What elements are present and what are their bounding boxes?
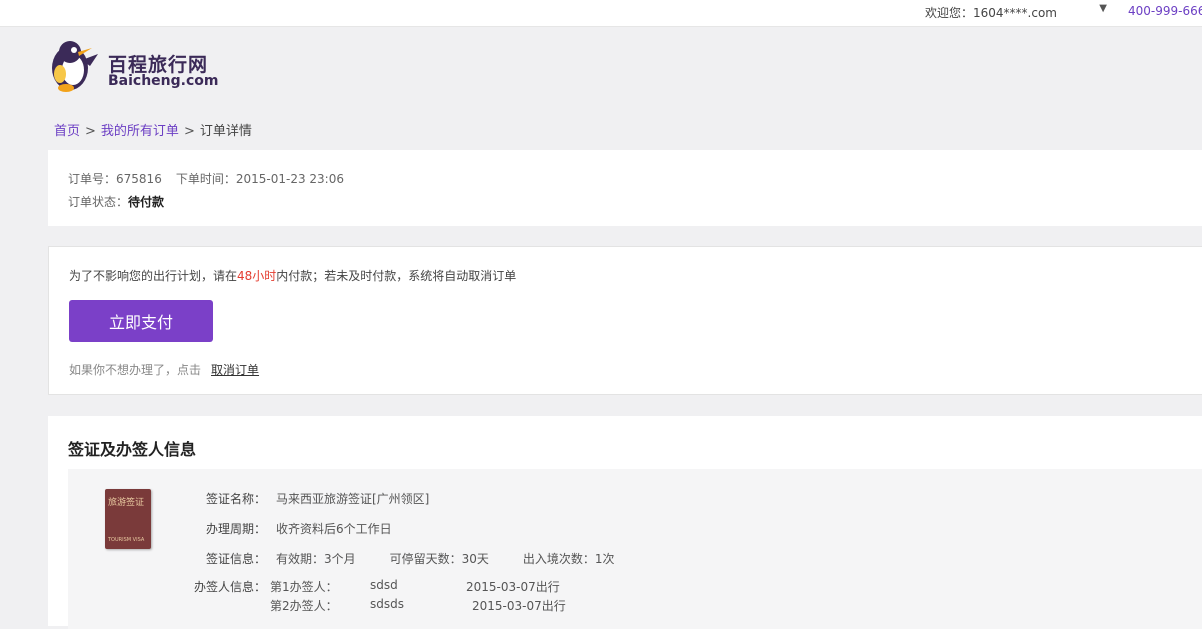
notice-prefix: 为了不影响您的出行计划，请在 bbox=[69, 269, 238, 283]
visa-book-title: 旅游签证 bbox=[108, 498, 145, 508]
penguin-logo-icon bbox=[52, 41, 98, 92]
applicant-1-label: 第1办签人： bbox=[270, 580, 338, 594]
visa-period: 收齐资料后6个工作日 bbox=[276, 522, 392, 536]
order-number-label: 订单号： bbox=[68, 172, 117, 186]
breadcrumb-current: 订单详情 bbox=[199, 124, 252, 139]
applicant-1-date: 2015-03-07出行 bbox=[466, 580, 560, 594]
notice-suffix: 内付款；若未及时付款，系统将自动取消订单 bbox=[276, 269, 517, 283]
order-status-badge: 待付款 bbox=[128, 195, 165, 209]
breadcrumb-orders-link[interactable]: 我的所有订单 bbox=[101, 124, 179, 139]
hotline-number: 400-999-666 bbox=[1128, 4, 1202, 18]
cancel-order-link[interactable]: 取消订单 bbox=[211, 363, 259, 377]
pay-now-button[interactable]: 立即支付 bbox=[69, 300, 213, 342]
order-time-label: 下单时间： bbox=[175, 172, 236, 186]
applicant-2-name: sdsds bbox=[370, 597, 404, 611]
visa-entries: 出入境次数：1次 bbox=[522, 552, 615, 566]
visa-info-label: 签证信息： bbox=[205, 552, 266, 566]
visa-section-title: 签证及办签人信息 bbox=[68, 440, 197, 459]
site-logo[interactable]: 百程旅行网 Baicheng.com bbox=[46, 38, 246, 94]
order-summary-card: 订单号：675816 下单时间：2015-01-23 23:06 订单状态：待付款 bbox=[48, 150, 1202, 226]
logo-text-en: Baicheng.com bbox=[108, 73, 219, 89]
visa-book-subtitle: TOURISM VISA bbox=[108, 537, 145, 543]
visa-validity: 有效期：3个月 bbox=[276, 552, 356, 566]
applicant-2-date: 2015-03-07出行 bbox=[472, 599, 566, 613]
account-dropdown-icon[interactable]: ▼ bbox=[1099, 3, 1107, 14]
notice-hours: 48小时 bbox=[237, 269, 277, 283]
top-bar: 欢迎您：1604****.com ▼ 400-999-666 bbox=[0, 0, 1202, 27]
visa-name-label: 签证名称： bbox=[205, 492, 266, 506]
order-status-line: 订单状态：待付款 bbox=[68, 193, 164, 210]
visa-name: 马来西亚旅游签证[广州领区] bbox=[276, 492, 430, 506]
visa-book-image: 旅游签证 TOURISM VISA bbox=[105, 489, 151, 549]
applicant-2-label: 第2办签人： bbox=[270, 599, 338, 613]
visa-period-row: 办理周期： 收齐资料后6个工作日 bbox=[180, 520, 392, 537]
cancel-line: 如果你不想办理了，点击 取消订单 bbox=[69, 361, 259, 378]
order-meta-line: 订单号：675816 下单时间：2015-01-23 23:06 bbox=[68, 170, 344, 187]
order-number: 675816 bbox=[116, 172, 162, 186]
visa-name-row: 签证名称： 马来西亚旅游签证[广州领区] bbox=[180, 490, 429, 507]
visa-stay: 可停留天数：30天 bbox=[389, 552, 489, 566]
visa-info-card: 签证及办签人信息 旅游签证 TOURISM VISA 签证名称： 马来西亚旅游签证… bbox=[48, 416, 1202, 629]
payment-notice: 为了不影响您的出行计划，请在48小时内付款；若未及时付款，系统将自动取消订单 bbox=[69, 267, 516, 284]
payment-card: 为了不影响您的出行计划，请在48小时内付款；若未及时付款，系统将自动取消订单 立… bbox=[48, 246, 1202, 395]
cancel-prefix: 如果你不想办理了，点击 bbox=[69, 363, 202, 377]
order-time: 2015-01-23 23:06 bbox=[235, 172, 344, 186]
breadcrumb: 首页 > 我的所有订单 > 订单详情 bbox=[54, 120, 252, 139]
applicant-1-name: sdsd bbox=[370, 578, 398, 592]
breadcrumb-home-link[interactable]: 首页 bbox=[54, 124, 80, 139]
visa-details-panel: 旅游签证 TOURISM VISA 签证名称： 马来西亚旅游签证[广州领区] 办理… bbox=[68, 469, 1202, 629]
chevron-right-icon: > bbox=[183, 124, 195, 139]
welcome-text: 欢迎您：1604****.com bbox=[925, 6, 1057, 20]
visa-period-label: 办理周期： bbox=[205, 522, 266, 536]
chevron-right-icon: > bbox=[85, 124, 96, 139]
applicants-label: 办签人信息： bbox=[193, 580, 266, 594]
order-status-label: 订单状态： bbox=[68, 195, 129, 209]
visa-info-row: 签证信息： 有效期：3个月 可停留天数：30天 出入境次数：1次 bbox=[180, 550, 615, 567]
applicants-row: 办签人信息： bbox=[180, 578, 266, 595]
